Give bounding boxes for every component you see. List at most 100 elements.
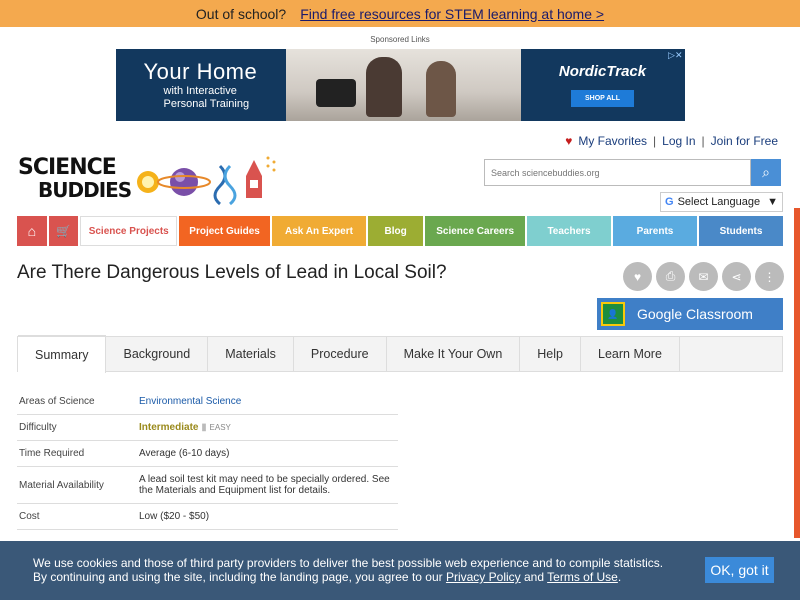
nav-ask-an-expert[interactable]: Ask An Expert <box>272 216 366 246</box>
ad-close-icon[interactable]: ▷✕ <box>668 50 682 61</box>
nav-teachers[interactable]: Teachers <box>527 216 612 246</box>
tab-summary[interactable]: Summary <box>18 335 107 373</box>
more-button[interactable]: ⋮ <box>755 262 784 291</box>
terms-of-use-link[interactable]: Terms of Use <box>547 570 618 584</box>
person-shape <box>425 61 456 117</box>
science-buddies-logo[interactable]: SCIENCE BUDDIES <box>18 152 278 206</box>
google-classroom-label: Google Classroom <box>637 306 753 322</box>
site-search: ⌕ <box>484 159 781 186</box>
period: . <box>617 570 622 584</box>
side-edge-decoration <box>794 208 800 538</box>
table-row: Difficulty Intermediate ▮ EASY <box>17 414 398 441</box>
more-icon: ⋮ <box>763 269 776 284</box>
difficulty-badge: Intermediate <box>139 422 199 433</box>
cost-label: Cost <box>17 503 137 530</box>
page-title: Are There Dangerous Levels of Lead in Lo… <box>17 262 447 283</box>
environmental-science-link[interactable]: Environmental Science <box>139 396 241 407</box>
cookie-accept-button[interactable]: OK, got it <box>705 557 774 583</box>
google-icon: G <box>665 196 674 208</box>
privacy-policy-link[interactable]: Privacy Policy <box>446 570 521 584</box>
nav-science-careers[interactable]: Science Careers <box>425 216 526 246</box>
sponsored-label: Sponsored Links <box>370 35 430 44</box>
tab-background[interactable]: Background <box>106 337 209 371</box>
time-label: Time Required <box>17 440 137 467</box>
share-icon: ⋖ <box>731 269 742 284</box>
difficulty-easy: EASY <box>209 423 231 432</box>
ad-shop-button[interactable]: SHOP ALL <box>570 90 634 107</box>
cart-icon: 🛒 <box>55 224 71 238</box>
stem-resources-link[interactable]: Find free resources for STEM learning at… <box>300 6 604 22</box>
nav-project-guides[interactable]: Project Guides <box>179 216 271 246</box>
bike-shape <box>315 79 356 107</box>
google-classroom-button[interactable]: 👤 Google Classroom <box>597 298 783 330</box>
time-value: Average (6-10 days) <box>137 440 398 467</box>
cost-value: Low ($20 - $50) <box>137 503 398 530</box>
cookie-text: By continuing and using the site, includ… <box>33 570 443 584</box>
envelope-icon: ✉ <box>698 269 709 284</box>
search-icon: ⌕ <box>762 164 770 180</box>
difficulty-bars-icon: ▮ <box>201 422 207 433</box>
logo-text-science: SCIENCE <box>18 155 117 180</box>
home-icon: ⌂ <box>27 223 37 239</box>
chevron-down-icon: ▼ <box>767 196 778 208</box>
main-nav: ⌂ 🛒 Science Projects Project Guides Ask … <box>17 216 783 246</box>
logo-text-buddies: BUDDIES <box>38 178 132 202</box>
ad-sub-1: with Interactive <box>163 85 237 97</box>
nav-students[interactable]: Students <box>699 216 783 246</box>
tab-materials[interactable]: Materials <box>208 337 294 371</box>
nav-parents[interactable]: Parents <box>613 216 698 246</box>
ad-brand-area: NordicTrack SHOP ALL <box>521 63 685 107</box>
classroom-icon: 👤 <box>601 302 625 326</box>
ad-title: Your Home <box>143 59 258 84</box>
table-row: Areas of Science Environmental Science <box>17 389 398 415</box>
areas-label: Areas of Science <box>17 389 137 415</box>
nav-science-projects[interactable]: Science Projects <box>80 216 178 246</box>
tab-make-it-your-own[interactable]: Make It Your Own <box>387 337 521 371</box>
nav-blog[interactable]: Blog <box>367 216 424 246</box>
announcement-text: Out of school? <box>195 5 287 22</box>
cookie-line-1: We use cookies and those of third party … <box>33 556 664 570</box>
search-input[interactable] <box>484 159 751 186</box>
my-favorites-link[interactable]: My Favorites <box>578 134 647 148</box>
tab-learn-more[interactable]: Learn More <box>581 337 680 371</box>
share-button[interactable]: ⋖ <box>722 262 751 291</box>
language-label: Select Language <box>677 196 761 208</box>
cookie-banner: We use cookies and those of third party … <box>0 541 800 600</box>
ad-photo <box>285 49 521 121</box>
utility-links: ♥ My Favorites | Log In | Join for Free <box>565 134 778 148</box>
table-row: Cost Low ($20 - $50) <box>17 503 398 530</box>
email-button[interactable]: ✉ <box>689 262 718 291</box>
nav-home[interactable]: ⌂ <box>17 216 47 246</box>
heart-icon: ♥ <box>565 134 573 148</box>
printer-icon: ⎙ <box>665 269 676 283</box>
difficulty-value: Intermediate ▮ EASY <box>137 414 398 441</box>
tab-procedure[interactable]: Procedure <box>294 337 387 371</box>
favorite-button[interactable]: ♥ <box>623 262 652 291</box>
language-selector[interactable]: G Select Language ▼ <box>660 192 783 212</box>
share-tools: ♥ ⎙ ✉ ⋖ ⋮ <box>623 262 784 291</box>
project-summary-table: Areas of Science Environmental Science D… <box>17 389 398 530</box>
print-button[interactable]: ⎙ <box>656 262 685 291</box>
join-link[interactable]: Join for Free <box>711 134 778 148</box>
heart-icon: ♥ <box>633 269 642 284</box>
announcement-bar: Out of school? Find free resources for S… <box>0 0 800 27</box>
project-tabs: Summary Background Materials Procedure M… <box>17 335 783 373</box>
tab-help[interactable]: Help <box>520 337 581 371</box>
login-link[interactable]: Log In <box>662 134 695 148</box>
table-row: Material Availability A lead soil test k… <box>17 466 398 504</box>
cookie-and: and <box>524 570 545 584</box>
separator: | <box>701 134 705 148</box>
material-label: Material Availability <box>17 466 137 504</box>
material-value: A lead soil test kit may need to be spec… <box>137 466 398 504</box>
ad-sub-2: Personal Training <box>163 98 250 110</box>
nav-cart[interactable]: 🛒 <box>48 216 79 246</box>
search-button[interactable]: ⌕ <box>751 159 781 186</box>
ad-region: Sponsored Links Your Home with Interacti… <box>0 27 800 121</box>
ad-copy: Your Home with Interactive Personal Trai… <box>116 59 286 111</box>
ad-banner[interactable]: Your Home with Interactive Personal Trai… <box>115 49 685 121</box>
person-shape <box>365 57 402 117</box>
ad-brand: NordicTrack <box>558 63 647 80</box>
areas-value: Environmental Science <box>137 389 398 415</box>
separator: | <box>653 134 657 148</box>
table-row: Time Required Average (6-10 days) <box>17 440 398 467</box>
